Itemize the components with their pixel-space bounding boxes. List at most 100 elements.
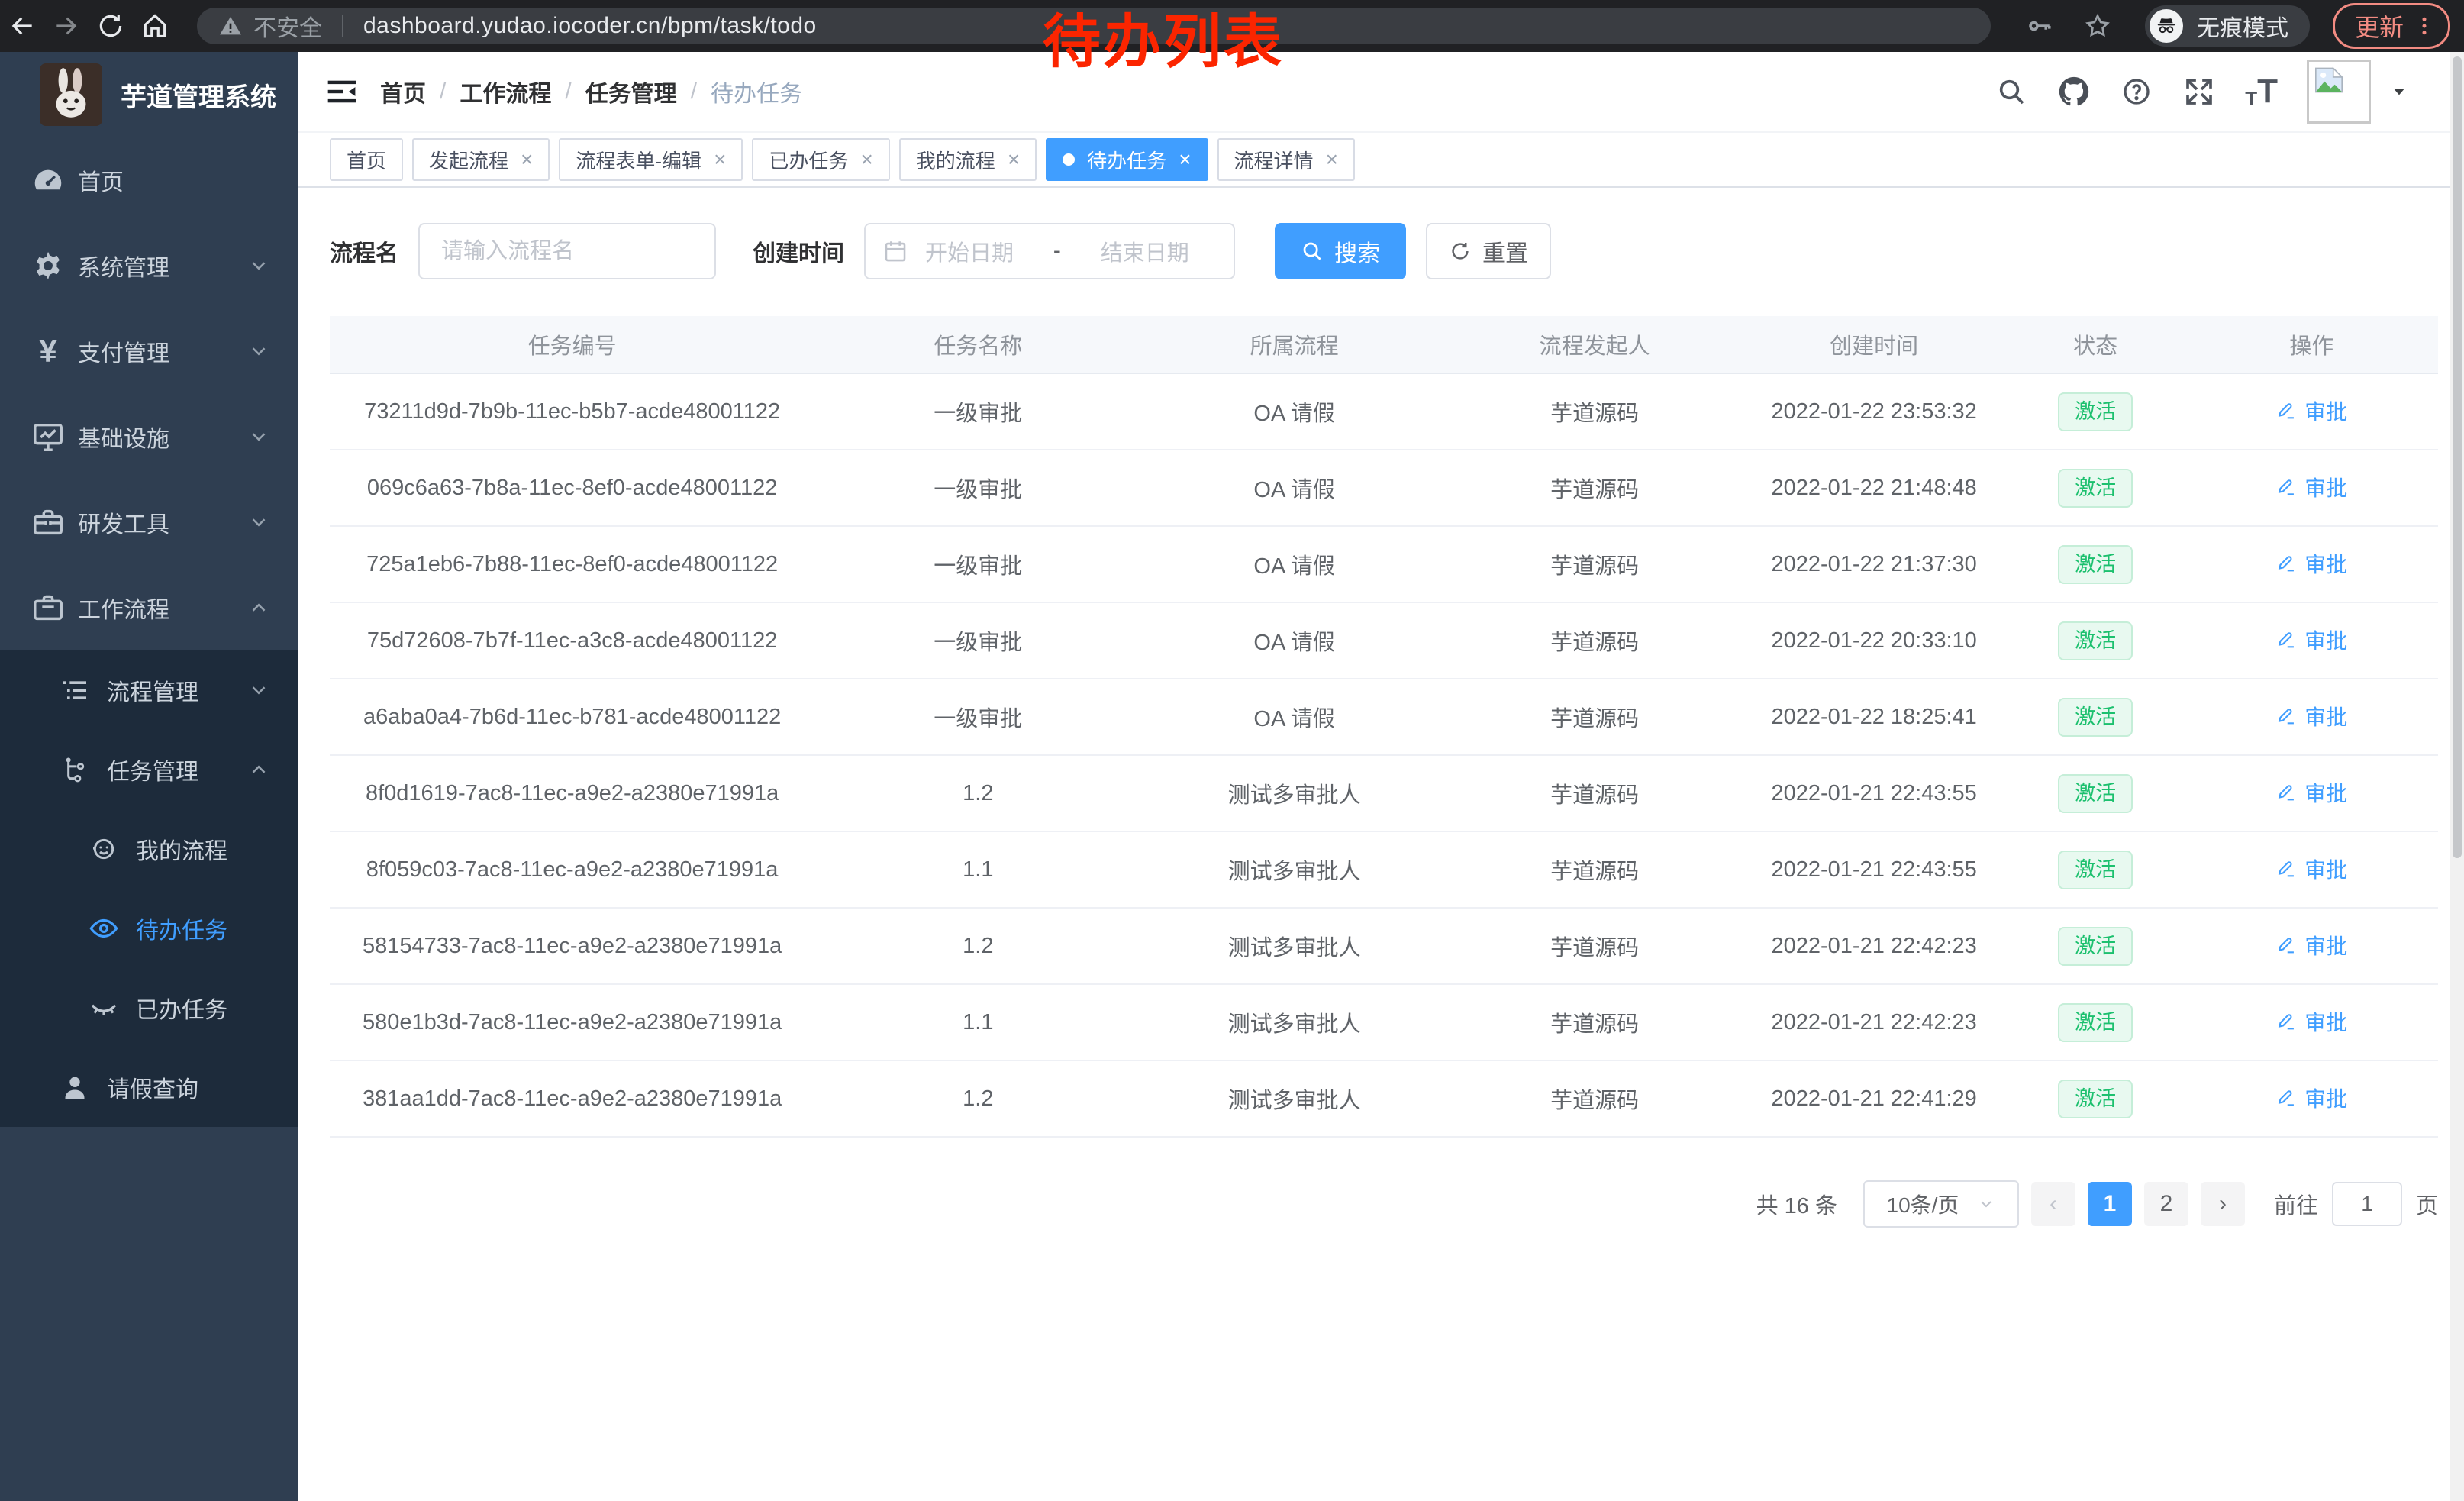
dashboard-icon xyxy=(31,163,66,198)
cell-task-name: 一级审批 xyxy=(814,625,1141,657)
approve-link[interactable]: 审批 xyxy=(2275,472,2347,502)
sidebar-fold-icon[interactable] xyxy=(325,75,359,108)
cell-create-time: 2022-01-22 18:25:41 xyxy=(1743,705,2006,730)
edit-pen-icon xyxy=(2275,629,2297,650)
end-date-placeholder[interactable]: 结束日期 xyxy=(1101,235,1189,267)
page-1-button[interactable]: 1 xyxy=(2088,1182,2132,1226)
page-scrollbar[interactable] xyxy=(2450,52,2464,1501)
tab-home[interactable]: 首页 xyxy=(330,138,403,181)
approve-link[interactable]: 审批 xyxy=(2275,930,2347,960)
process-name-input[interactable] xyxy=(418,223,716,279)
tags-view: 首页 发起流程 × 流程表单-编辑 × 已办任务 × 我的流程 × 待办任务 × xyxy=(298,131,2450,188)
browser-forward-button[interactable] xyxy=(44,4,89,48)
sidebar-item-infra[interactable]: 基础设施 xyxy=(0,394,298,479)
yen-icon: ¥ xyxy=(31,333,66,370)
sidebar-item-devtools[interactable]: 研发工具 xyxy=(0,479,298,565)
search-button[interactable]: 搜索 xyxy=(1275,223,1406,279)
tab-start-process[interactable]: 发起流程 × xyxy=(412,138,550,181)
reset-button-label: 重置 xyxy=(1482,234,1528,268)
browser-home-button[interactable] xyxy=(133,4,177,48)
breadcrumb-workflow[interactable]: 工作流程 xyxy=(460,75,551,108)
breadcrumb-task-mgmt[interactable]: 任务管理 xyxy=(585,75,677,108)
breadcrumb-home[interactable]: 首页 xyxy=(380,75,426,108)
range-separator: - xyxy=(1053,239,1061,264)
sidebar-item-payment[interactable]: ¥ 支付管理 xyxy=(0,308,298,394)
browser-reload-button[interactable] xyxy=(89,4,133,48)
sidebar-item-home[interactable]: 首页 xyxy=(0,137,298,223)
cell-task-id: 73211d9d-7b9b-11ec-b5b7-acde48001122 xyxy=(330,399,814,424)
close-icon[interactable]: × xyxy=(1179,149,1191,170)
sidebar-item-process-mgmt[interactable]: 流程管理 xyxy=(0,650,298,730)
sidebar-item-leave-query[interactable]: 请假查询 xyxy=(0,1047,298,1127)
approve-link[interactable]: 审批 xyxy=(2275,395,2347,426)
tab-process-detail[interactable]: 流程详情 × xyxy=(1217,138,1355,181)
col-task-name: 任务名称 xyxy=(814,328,1141,360)
app-logo-row[interactable]: 芋道管理系统 xyxy=(0,52,298,137)
close-icon[interactable]: × xyxy=(860,149,872,170)
col-starter: 流程发起人 xyxy=(1447,328,1743,360)
update-label[interactable]: 更新 xyxy=(2355,8,2404,44)
sidebar-item-system[interactable]: 系统管理 xyxy=(0,223,298,308)
page-size-select[interactable]: 10条/页 xyxy=(1863,1180,2019,1228)
breadcrumb-separator: / xyxy=(691,79,697,105)
table-row: 75d72608-7b7f-11ec-a3c8-acde48001122 一级审… xyxy=(330,603,2438,679)
help-icon[interactable] xyxy=(2120,75,2153,108)
close-icon[interactable]: × xyxy=(714,149,726,170)
page-2-button[interactable]: 2 xyxy=(2144,1182,2188,1226)
cell-task-id: 725a1eb6-7b88-11ec-8ef0-acde48001122 xyxy=(330,552,814,577)
security-label[interactable]: 不安全 xyxy=(253,9,322,43)
sidebar-item-label: 研发工具 xyxy=(78,505,169,539)
bookmark-star-icon[interactable] xyxy=(2084,12,2111,40)
tab-my-process[interactable]: 我的流程 × xyxy=(899,138,1037,181)
approve-link[interactable]: 审批 xyxy=(2275,1083,2347,1113)
sidebar-item-label: 首页 xyxy=(78,163,124,197)
search-button-label: 搜索 xyxy=(1334,234,1380,268)
goto-page-input[interactable] xyxy=(2332,1182,2402,1226)
approve-link[interactable]: 审批 xyxy=(2275,701,2347,731)
approve-link[interactable]: 审批 xyxy=(2275,1006,2347,1037)
total-count: 共 16 条 xyxy=(1756,1188,1837,1220)
sidebar-item-label: 我的流程 xyxy=(136,832,227,866)
close-icon[interactable]: × xyxy=(1326,149,1338,170)
avatar[interactable] xyxy=(2307,60,2371,124)
github-icon[interactable] xyxy=(2057,75,2091,108)
approve-link[interactable]: 审批 xyxy=(2275,854,2347,884)
sidebar-item-todo-tasks[interactable]: 待办任务 xyxy=(0,889,298,968)
sidebar-item-workflow[interactable]: 工作流程 xyxy=(0,565,298,650)
tab-done-tasks[interactable]: 已办任务 × xyxy=(752,138,889,181)
table-row: 069c6a63-7b8a-11ec-8ef0-acde48001122 一级审… xyxy=(330,450,2438,527)
status-badge: 激活 xyxy=(2058,927,2133,966)
status-badge: 激活 xyxy=(2058,698,2133,737)
close-icon[interactable]: × xyxy=(521,149,533,170)
cell-create-time: 2022-01-22 23:53:32 xyxy=(1743,399,2006,424)
approve-link[interactable]: 审批 xyxy=(2275,777,2347,808)
reset-button[interactable]: 重置 xyxy=(1426,223,1551,279)
tab-todo-tasks[interactable]: 待办任务 × xyxy=(1046,138,1208,181)
caret-down-icon[interactable] xyxy=(2389,82,2409,102)
next-page-button[interactable]: › xyxy=(2201,1182,2245,1226)
fullscreen-icon[interactable] xyxy=(2182,75,2216,108)
prev-page-button[interactable]: ‹ xyxy=(2031,1182,2075,1226)
table-row: 8f059c03-7ac8-11ec-a9e2-a2380e71991a 1.1… xyxy=(330,832,2438,909)
browser-update-button[interactable]: 更新 xyxy=(2333,3,2450,49)
search-icon[interactable] xyxy=(1995,75,2028,108)
font-size-icon[interactable]: TT xyxy=(2245,75,2278,108)
forward-arrow-icon xyxy=(52,11,81,40)
browser-back-button[interactable] xyxy=(0,4,44,48)
date-range-input[interactable]: 开始日期 - 结束日期 xyxy=(864,223,1235,279)
scrollbar-thumb[interactable] xyxy=(2453,56,2462,858)
close-icon[interactable]: × xyxy=(1008,149,1020,170)
chevron-down-icon xyxy=(1977,1195,1995,1213)
tab-process-form-edit[interactable]: 流程表单-编辑 × xyxy=(559,138,743,181)
url-text[interactable]: dashboard.yudao.iocoder.cn/bpm/task/todo xyxy=(363,13,817,39)
cell-starter: 芋道源码 xyxy=(1447,1083,1743,1115)
approve-link[interactable]: 审批 xyxy=(2275,625,2347,655)
approve-link[interactable]: 审批 xyxy=(2275,548,2347,579)
cell-starter: 芋道源码 xyxy=(1447,395,1743,428)
sidebar-item-my-process[interactable]: 我的流程 xyxy=(0,809,298,889)
sidebar-item-done-tasks[interactable]: 已办任务 xyxy=(0,968,298,1047)
table-row: 58154733-7ac8-11ec-a9e2-a2380e71991a 1.2… xyxy=(330,909,2438,985)
password-key-icon[interactable] xyxy=(2026,12,2053,40)
sidebar-item-task-mgmt[interactable]: 任务管理 xyxy=(0,730,298,809)
start-date-placeholder[interactable]: 开始日期 xyxy=(925,235,1014,267)
